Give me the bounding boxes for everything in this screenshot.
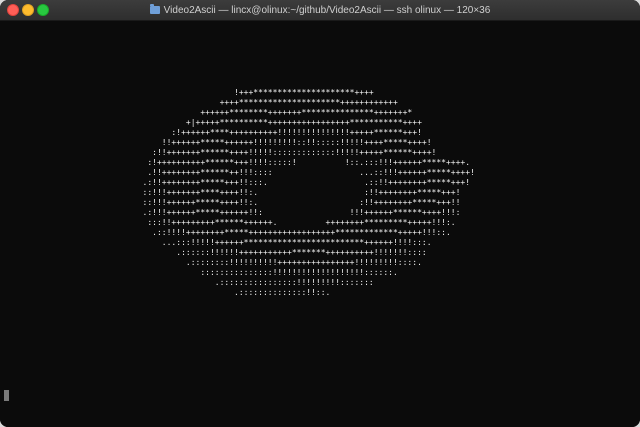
ascii-line: !+++*********************++++ xyxy=(104,88,374,97)
window-title: Video2Ascii — lincx@olinux:~/github/Vide… xyxy=(163,4,491,16)
ascii-line: :!++++++++++******+++!!!!:::::! !::.:::!… xyxy=(104,158,471,167)
folder-icon xyxy=(149,4,160,14)
ascii-line: .::::::::!!!!!!!!!!++++++++++++++++!!!!!… xyxy=(104,258,422,267)
ascii-line: .::::::::::::::!!::. xyxy=(104,288,331,297)
ascii-art-output: !+++*********************++++ ++++******… xyxy=(104,88,475,298)
ascii-line: .::!!!!++++++++*****++++++++++++++++++**… xyxy=(104,228,451,237)
ascii-line: ::!!!+++++++****++++!!:. :!!++++++++****… xyxy=(104,188,461,197)
terminal-output[interactable]: !+++*********************++++ ++++******… xyxy=(0,21,640,427)
ascii-line: :!!+++++++******++++!!!!!:::::::::::::!!… xyxy=(104,148,437,157)
title-bar[interactable]: Video2Ascii — lincx@olinux:~/github/Vide… xyxy=(0,0,640,21)
ascii-line: +|+++++**********+++++++++++++++++******… xyxy=(104,118,422,127)
ascii-line: :!++++++****++++++++++!!!!!!!!!!!!!!!+++… xyxy=(104,128,422,137)
ascii-line: .:!!++++++++*****+++!!:::. .::!!++++++++… xyxy=(104,178,471,187)
ascii-line: .:!!!++++++*****++++++!!: !!!++++++*****… xyxy=(104,208,461,217)
terminal-window: Video2Ascii — lincx@olinux:~/github/Vide… xyxy=(0,0,640,427)
ascii-line: ...:::!!!!!++++++***********************… xyxy=(104,238,432,247)
ascii-line: ::!!!++++++*****++++!!:. :!!++++++++****… xyxy=(104,198,461,207)
ascii-line: :::!!+++++++++******++++++. ++++++++****… xyxy=(104,218,456,227)
ascii-line: .!!++++++++******++!!!:::: ...::!!!+++++… xyxy=(104,168,475,177)
ascii-line: .::::::::::::::::!!!!!!!!!::::::: xyxy=(104,278,374,287)
text-cursor xyxy=(4,390,9,401)
ascii-line: :::::::::::::::!!!!!!!!!!!!!!!!!!!::::::… xyxy=(104,268,398,277)
ascii-line: !!++++++*****++++++!!!!!!!!!::!!:::::!!!… xyxy=(104,138,432,147)
ascii-line: .::::::!!!!!!+++++++++++*******+++++++++… xyxy=(104,248,427,257)
window-title-area: Video2Ascii — lincx@olinux:~/github/Vide… xyxy=(0,0,640,20)
ascii-line: ++++*********************++++++++++++ xyxy=(104,98,398,107)
ascii-line: ++++++********+++++++***************++++… xyxy=(104,108,413,117)
